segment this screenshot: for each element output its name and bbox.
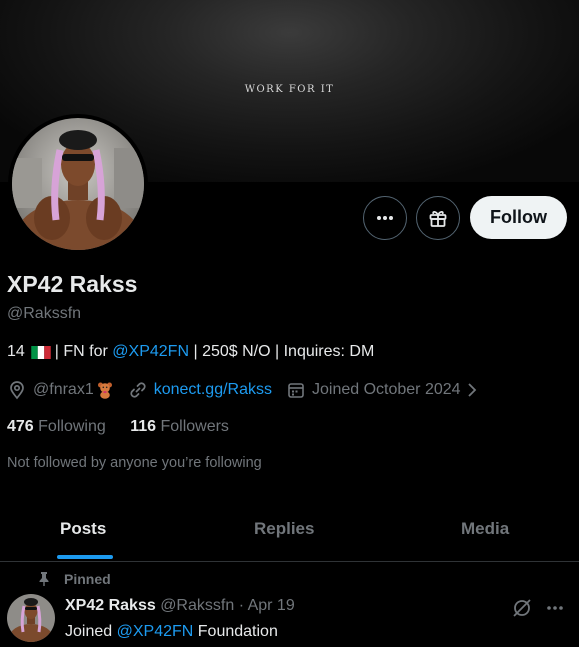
following-count-link[interactable]: 476 Following <box>7 418 106 435</box>
tab-media[interactable]: Media <box>461 519 509 539</box>
link-icon <box>130 382 146 398</box>
location-item: @fnrax1 <box>7 380 114 400</box>
post-text: Joined @XP42FN Foundation <box>65 623 278 641</box>
joined-text: Joined October 2024 <box>312 381 461 398</box>
calendar-icon <box>288 383 304 398</box>
location-icon <box>10 381 24 400</box>
bio-text-2: | 250$ N/O | Inquires: DM <box>193 343 375 360</box>
website-item[interactable]: konect.gg/Rakss <box>128 380 272 400</box>
post-avatar[interactable] <box>7 594 55 642</box>
post-text-suffix: Foundation <box>197 623 278 640</box>
location-text: @fnrax1 <box>33 381 94 398</box>
post-header: XP42 Rakss @Rakssfn · Apr 19 <box>65 597 295 615</box>
italy-flag-icon <box>31 345 51 359</box>
profile-meta: @fnrax1 konect.gg/Rakss Joined October 2… <box>7 378 493 402</box>
joined-item[interactable]: Joined October 2024 <box>286 380 479 400</box>
follow-counts: 476 Following 116 Followers <box>7 418 249 436</box>
bio-age: 14 <box>7 343 25 360</box>
profile-handle: @Rakssfn <box>7 305 82 322</box>
website-link[interactable]: konect.gg/Rakss <box>154 381 272 399</box>
bio-mention-link[interactable]: @XP42FN <box>112 343 189 361</box>
gift-button[interactable] <box>416 196 460 240</box>
more-button[interactable] <box>363 196 407 240</box>
tabs-divider <box>0 561 579 562</box>
pinned-label: Pinned <box>64 571 111 587</box>
following-count: 476 <box>7 418 34 435</box>
followers-count-link[interactable]: 116 Followers <box>130 418 229 435</box>
post-author-handle[interactable]: @Rakssfn <box>160 597 234 614</box>
tab-posts[interactable]: Posts <box>60 519 106 539</box>
pinned-label-row: Pinned <box>36 571 111 587</box>
profile-avatar[interactable] <box>8 114 148 254</box>
post-text-prefix: Joined <box>65 623 113 640</box>
followers-label: Followers <box>160 418 229 435</box>
not-followed-note: Not followed by anyone you’re following <box>7 455 262 471</box>
chevron-right-icon <box>467 383 476 397</box>
post-more-icon[interactable] <box>544 597 566 619</box>
following-label: Following <box>38 418 106 435</box>
follow-button[interactable]: Follow <box>470 196 567 239</box>
bio-text-1: | FN for <box>54 343 108 360</box>
grok-icon[interactable] <box>511 597 533 619</box>
tab-replies[interactable]: Replies <box>254 519 314 539</box>
followers-count: 116 <box>130 418 157 435</box>
post-separator: · <box>238 597 245 614</box>
avatar-image <box>12 118 144 250</box>
banner-text: WORK FOR IT <box>244 84 335 95</box>
active-tab-indicator <box>57 555 113 559</box>
post-avatar-image <box>7 594 55 642</box>
more-icon <box>377 216 393 220</box>
post-mention-link[interactable]: @XP42FN <box>117 623 194 640</box>
teddy-bear-icon <box>97 382 112 399</box>
pin-icon <box>39 572 49 586</box>
post-date[interactable]: Apr 19 <box>248 597 295 614</box>
post-author-name[interactable]: XP42 Rakss <box>65 597 156 614</box>
profile-name: XP42 Rakss <box>7 271 138 297</box>
gift-icon <box>429 210 447 227</box>
profile-bio: 14 | FN for @XP42FN | 250$ N/O | Inquire… <box>7 343 374 361</box>
